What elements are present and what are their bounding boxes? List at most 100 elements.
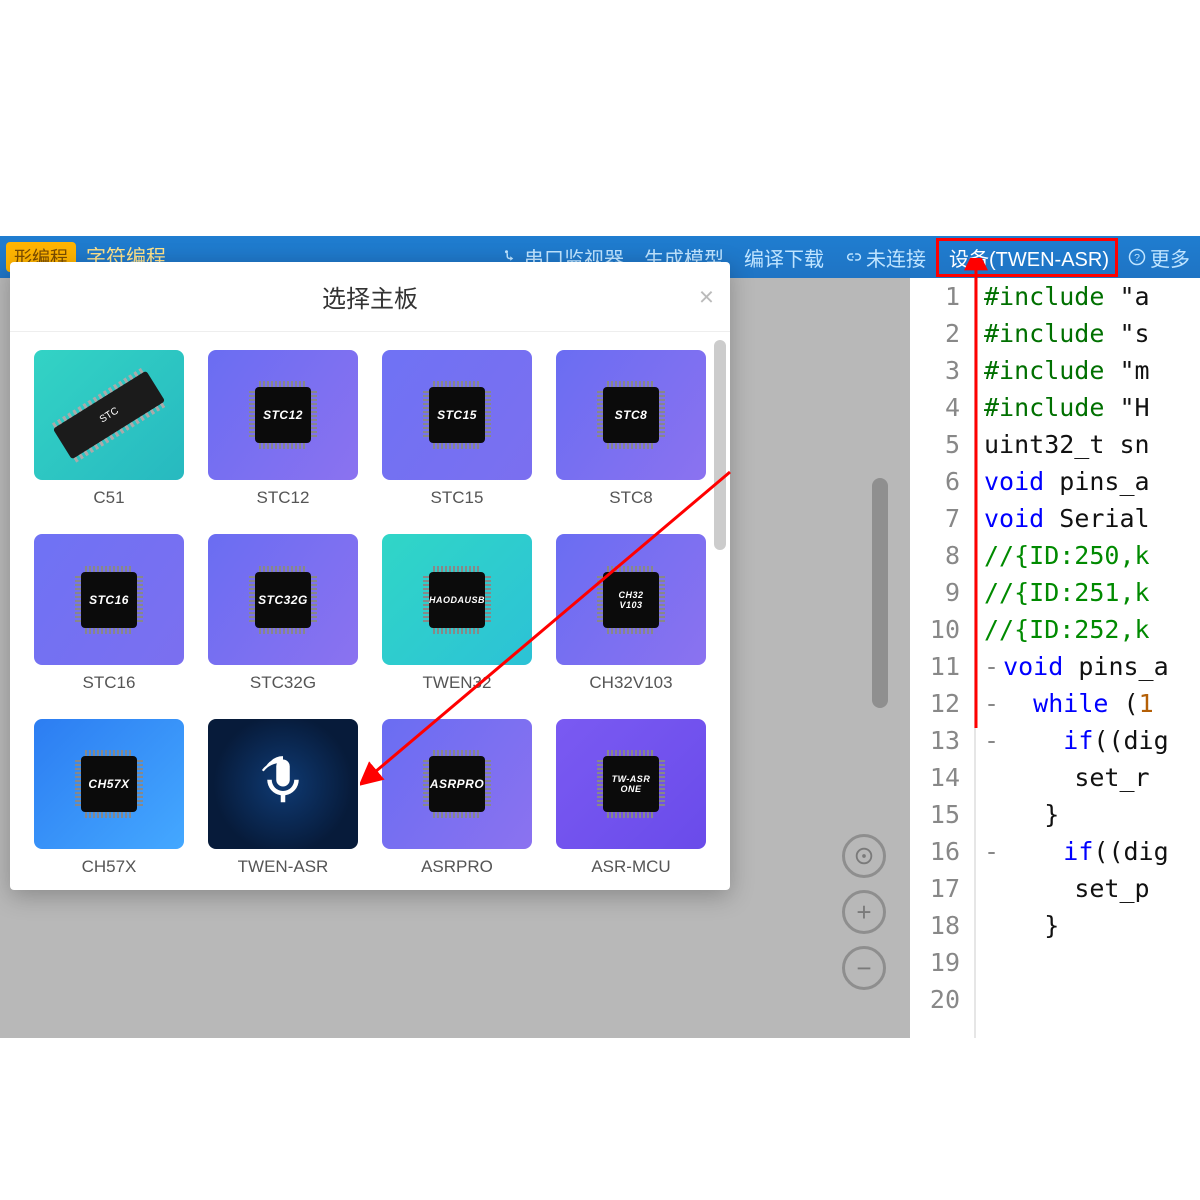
chip-icon: STC [53, 371, 165, 460]
line-number: 8 [910, 537, 960, 574]
line-number: 17 [910, 870, 960, 907]
board-thumbnail: CH57X [34, 719, 184, 849]
line-number: 14 [910, 759, 960, 796]
compile-download-button[interactable]: 编译下载 [734, 236, 834, 278]
code-line[interactable]: //{ID:250,k [984, 537, 1169, 574]
zoom-out-button[interactable]: − [842, 946, 886, 990]
board-option-stc12[interactable]: STC12 STC12 [208, 350, 358, 508]
chip-icon: STC8 [603, 387, 659, 443]
code-line[interactable]: #include "m [984, 352, 1169, 389]
board-option-twen-asr[interactable]: TWEN-ASR [208, 719, 358, 877]
code-line[interactable]: -void pins_a [984, 648, 1169, 685]
code-line[interactable]: - if((dig [984, 833, 1169, 870]
line-number: 4 [910, 389, 960, 426]
board-caption: C51 [34, 488, 184, 508]
board-option-stc15[interactable]: STC15 STC15 [382, 350, 532, 508]
chip-icon: CH32V103 [603, 572, 659, 628]
zoom-in-button[interactable]: + [842, 890, 886, 934]
board-option-c51[interactable]: STC C51 [34, 350, 184, 508]
line-number: 19 [910, 944, 960, 981]
board-caption: CH57X [34, 857, 184, 877]
code-line[interactable]: #include "H [984, 389, 1169, 426]
board-option-ch32v103[interactable]: CH32V103CH32V103 [556, 534, 706, 692]
board-caption: STC16 [34, 673, 184, 693]
code-editor[interactable]: 1234567891011121314151617181920 #include… [910, 278, 1200, 1038]
code-line[interactable]: void Serial [984, 500, 1169, 537]
line-number: 11 [910, 648, 960, 685]
microphone-icon [256, 755, 310, 814]
board-caption: STC15 [382, 488, 532, 508]
board-thumbnail: STC32G [208, 534, 358, 664]
board-caption: ASR-MCU [556, 857, 706, 877]
not-connected-button[interactable]: 未连接 [834, 236, 936, 278]
code-line[interactable]: - if((dig [984, 722, 1169, 759]
board-option-twen32[interactable]: HAODAUSB TWEN32 [382, 534, 532, 692]
code-content[interactable]: #include "a#include "s#include "m#includ… [976, 278, 1169, 1038]
board-option-asrpro[interactable]: ASRPRO ASRPRO [382, 719, 532, 877]
board-caption: STC32G [208, 673, 358, 693]
chip-icon: ASRPRO [429, 756, 485, 812]
code-line[interactable]: void pins_a [984, 463, 1169, 500]
board-option-asr-mcu[interactable]: TW-ASRONEASR-MCU [556, 719, 706, 877]
canvas-scrollbar[interactable] [872, 478, 888, 708]
board-option-ch57x[interactable]: CH57X CH57X [34, 719, 184, 877]
crosshair-icon [853, 845, 875, 867]
locate-button[interactable] [842, 834, 886, 878]
line-number: 1 [910, 278, 960, 315]
code-line[interactable]: //{ID:251,k [984, 574, 1169, 611]
line-number: 7 [910, 500, 960, 537]
line-number: 18 [910, 907, 960, 944]
line-number: 2 [910, 315, 960, 352]
code-line[interactable]: - while (1 [984, 685, 1169, 722]
board-option-stc32g[interactable]: STC32G STC32G [208, 534, 358, 692]
line-number: 13 [910, 722, 960, 759]
dialog-body[interactable]: STCC51STC12STC12STC15STC15STC8STC8STC16S… [10, 332, 730, 890]
board-caption: STC12 [208, 488, 358, 508]
board-thumbnail: STC8 [556, 350, 706, 480]
code-line[interactable]: set_r [984, 759, 1169, 796]
outer-whitespace-top [0, 0, 1200, 236]
chip-icon: CH57X [81, 756, 137, 812]
board-thumbnail [208, 719, 358, 849]
code-line[interactable]: #include "s [984, 315, 1169, 352]
line-number: 12 [910, 685, 960, 722]
line-number: 10 [910, 611, 960, 648]
select-board-dialog: 选择主板 × STCC51STC12STC12STC15STC15STC8STC… [10, 262, 730, 890]
code-line[interactable]: #include "a [984, 278, 1169, 315]
board-thumbnail: STC12 [208, 350, 358, 480]
chip-icon: STC32G [255, 572, 311, 628]
dialog-header: 选择主板 × [10, 262, 730, 332]
device-selector-button[interactable]: 设备(TWEN-ASR) [936, 238, 1118, 277]
board-option-stc16[interactable]: STC16 STC16 [34, 534, 184, 692]
board-grid: STCC51STC12STC12STC15STC15STC8STC8STC16S… [34, 350, 706, 877]
chip-icon: STC12 [255, 387, 311, 443]
app-window: 形编程 字符编程 串口监视器 生成模型 编译下载 未连接 设备(TWEN-ASR… [0, 236, 1200, 1038]
help-icon: ? [1128, 248, 1146, 266]
board-caption: TWEN-ASR [208, 857, 358, 877]
board-thumbnail: STC16 [34, 534, 184, 664]
line-number: 20 [910, 981, 960, 1018]
board-thumbnail: HAODAUSB [382, 534, 532, 664]
code-line[interactable]: } [984, 907, 1169, 944]
dialog-scrollbar[interactable] [714, 340, 726, 550]
code-line[interactable]: } [984, 796, 1169, 833]
chip-icon: STC16 [81, 572, 137, 628]
line-number: 16 [910, 833, 960, 870]
board-caption: TWEN32 [382, 673, 532, 693]
device-label: 设备(TWEN-ASR) [949, 243, 1109, 272]
dialog-title: 选择主板 [322, 279, 418, 314]
more-button[interactable]: ? 更多 [1118, 236, 1200, 278]
line-number: 3 [910, 352, 960, 389]
board-thumbnail: CH32V103 [556, 534, 706, 664]
board-option-stc8[interactable]: STC8STC8 [556, 350, 706, 508]
svg-text:?: ? [1134, 252, 1140, 264]
outer-whitespace-bottom [0, 1038, 1200, 1200]
code-line[interactable]: uint32_t sn [984, 426, 1169, 463]
board-caption: ASRPRO [382, 857, 532, 877]
code-line[interactable]: set_p [984, 870, 1169, 907]
close-icon[interactable]: × [699, 281, 714, 312]
line-number: 5 [910, 426, 960, 463]
code-line[interactable]: //{ID:252,k [984, 611, 1169, 648]
board-thumbnail: STC [34, 350, 184, 480]
chip-icon: STC15 [429, 387, 485, 443]
